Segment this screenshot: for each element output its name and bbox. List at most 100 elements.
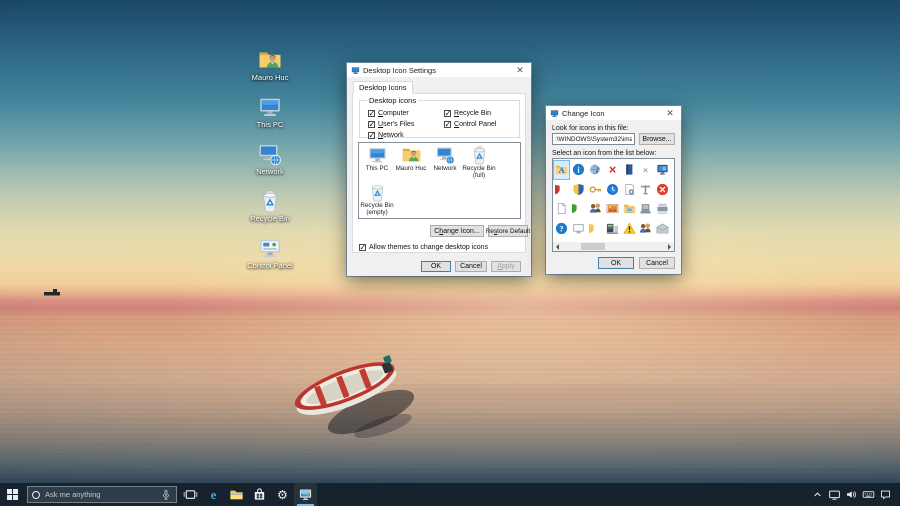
- grid-icon-monitor-globe[interactable]: [654, 160, 671, 180]
- grid-icon-help[interactable]: ?: [553, 219, 570, 239]
- grid-icon-book[interactable]: [621, 160, 638, 180]
- icon-list-item-this-pc[interactable]: This PC: [360, 145, 394, 182]
- network-icon: [257, 140, 283, 166]
- checkbox-network[interactable]: Network: [368, 130, 444, 141]
- settings-titlebar[interactable]: Desktop Icon Settings ✕: [347, 63, 531, 77]
- control-panel-icon: [257, 234, 283, 260]
- grid-icon-key[interactable]: [587, 180, 604, 200]
- grid-icon-shield-help[interactable]: ?: [604, 238, 621, 239]
- grid-icon-printer[interactable]: [654, 199, 671, 219]
- taskbar-app-settings[interactable]: ⚙: [271, 483, 294, 506]
- icon-file-path-input[interactable]: [552, 133, 635, 145]
- desktop-icon-mauro-huc[interactable]: Mauro Huc: [238, 46, 302, 84]
- grid-icon-folder-a[interactable]: A: [553, 160, 570, 180]
- apply-button[interactable]: Apply: [491, 261, 521, 272]
- grid-icon-envelope[interactable]: [654, 219, 671, 239]
- icon-grid: Ai ♪ × ×??: [553, 160, 674, 239]
- grid-icon-mail-blue[interactable]: [587, 238, 604, 239]
- grid-icon-small-x[interactable]: ×: [637, 160, 654, 180]
- taskbar-app-task-view[interactable]: [179, 483, 202, 506]
- grid-icon-red-x[interactable]: ×: [604, 160, 621, 180]
- grid-icon-sliver-red[interactable]: [553, 180, 570, 200]
- tray-chevron-up-icon[interactable]: [809, 488, 826, 501]
- grid-icon-globe-note[interactable]: ♪: [587, 160, 604, 180]
- grid-icon-users[interactable]: [587, 199, 604, 219]
- svg-text:×: ×: [643, 165, 648, 175]
- ok-button[interactable]: OK: [421, 261, 451, 272]
- scroll-right-icon[interactable]: [665, 242, 674, 251]
- checkbox-computer[interactable]: Computer: [368, 108, 444, 119]
- grid-icon-shield-uac[interactable]: [570, 180, 587, 200]
- svg-text:e: e: [211, 488, 217, 502]
- tray-keyboard-icon[interactable]: [860, 488, 877, 501]
- microphone-icon[interactable]: [160, 488, 172, 502]
- start-button[interactable]: [0, 483, 25, 506]
- desktop-icon-this-pc[interactable]: This PC: [238, 93, 302, 131]
- checkbox-box: [444, 121, 451, 128]
- grid-icon-screen[interactable]: [570, 219, 587, 239]
- horizontal-scrollbar[interactable]: [553, 242, 674, 251]
- grid-icon-folder-photo[interactable]: [621, 199, 638, 219]
- scroll-left-icon[interactable]: [553, 242, 562, 251]
- icon-list-item-mauro-huc[interactable]: Mauro Huc: [394, 145, 428, 182]
- cancel-button[interactable]: Cancel: [455, 261, 487, 272]
- desktop-icon-label: This PC: [257, 120, 284, 129]
- recycle-full-icon: [469, 145, 490, 165]
- desktop-icon-recycle-bin[interactable]: Recycle Bin: [238, 187, 302, 225]
- taskbar-app-explorer[interactable]: [225, 483, 248, 506]
- allow-themes-checkbox[interactable]: Allow themes to change desktop icons: [359, 242, 488, 253]
- checkbox-box: [368, 132, 375, 139]
- icon-grid-box: Ai ♪ × ×??: [552, 158, 675, 252]
- cortana-search-box[interactable]: Ask me anything: [27, 486, 177, 503]
- checkbox-control-panel[interactable]: Control Panel: [444, 119, 496, 130]
- desktop-icon-label: Network: [256, 167, 284, 176]
- change-icon-dialog-title: Change Icon: [562, 109, 663, 118]
- grid-icon-sliver-shield[interactable]: [587, 219, 604, 239]
- grid-icon-warning[interactable]: [621, 219, 638, 239]
- grid-icon-red-circle-x[interactable]: [654, 180, 671, 200]
- allow-themes-label: Allow themes to change desktop icons: [369, 244, 488, 251]
- icon-list-item-network[interactable]: Network: [428, 145, 462, 182]
- user-folder-icon: [257, 46, 283, 72]
- grid-icon-sliver-green[interactable]: [570, 199, 587, 219]
- grid-icon-folder-blue[interactable]: [570, 238, 587, 239]
- settings-tab-page: Desktop icons ComputerUser's FilesNetwor…: [352, 93, 526, 253]
- browse-button[interactable]: Browse...: [639, 133, 675, 145]
- change-icon-cancel-button[interactable]: Cancel: [639, 257, 675, 269]
- icon-list-item-recycle-bin-full[interactable]: Recycle Bin(full): [462, 145, 496, 182]
- taskbar-app-edge[interactable]: e: [202, 483, 225, 506]
- grid-icon-info[interactable]: i: [570, 160, 587, 180]
- grid-icon-pc-panel[interactable]: [604, 219, 621, 239]
- tab-desktop-icons[interactable]: Desktop Icons: [353, 81, 413, 94]
- change-icon-close-icon[interactable]: ✕: [663, 106, 677, 120]
- tray-volume-icon[interactable]: [843, 488, 860, 501]
- grid-icon-doc-gear[interactable]: [621, 180, 638, 200]
- desktop-icon-network[interactable]: Network: [238, 140, 302, 178]
- grid-icon-photo[interactable]: [604, 199, 621, 219]
- taskbar-app-desktop-settings[interactable]: [294, 483, 317, 506]
- change-icon-titlebar[interactable]: Change Icon ✕: [546, 106, 681, 120]
- search-placeholder: Ask me anything: [45, 490, 160, 499]
- look-for-icons-label: Look for icons in this file:: [552, 125, 629, 132]
- grid-icon-laptop[interactable]: [637, 199, 654, 219]
- grid-icon-clock[interactable]: [604, 180, 621, 200]
- change-icon-button[interactable]: Change Icon...: [430, 225, 484, 237]
- checkbox-box: [359, 244, 366, 251]
- svg-text:♪: ♪: [595, 166, 600, 175]
- scrollbar-thumb[interactable]: [581, 243, 605, 250]
- checkbox-recycle-bin[interactable]: Recycle Bin: [444, 108, 496, 119]
- tray-action-center-icon[interactable]: [877, 488, 894, 501]
- grid-icon-page[interactable]: [553, 199, 570, 219]
- icon-list-item-recycle-bin-empty[interactable]: Recycle Bin(empty): [360, 182, 394, 219]
- grid-icon-users[interactable]: [637, 219, 654, 239]
- grid-icon-tool-t[interactable]: [637, 180, 654, 200]
- tray-display-icon[interactable]: [826, 488, 843, 501]
- desktop-icon-control-panel[interactable]: Control Panel: [238, 234, 302, 272]
- checkbox-user-s-files[interactable]: User's Files: [368, 119, 444, 130]
- change-icon-ok-button[interactable]: OK: [598, 257, 634, 269]
- settings-close-icon[interactable]: ✕: [513, 63, 527, 77]
- checkbox-label: Network: [378, 132, 404, 139]
- restore-default-button[interactable]: Restore Default: [488, 225, 528, 237]
- grid-icon-folder-dark[interactable]: [553, 238, 570, 239]
- taskbar-app-store[interactable]: [248, 483, 271, 506]
